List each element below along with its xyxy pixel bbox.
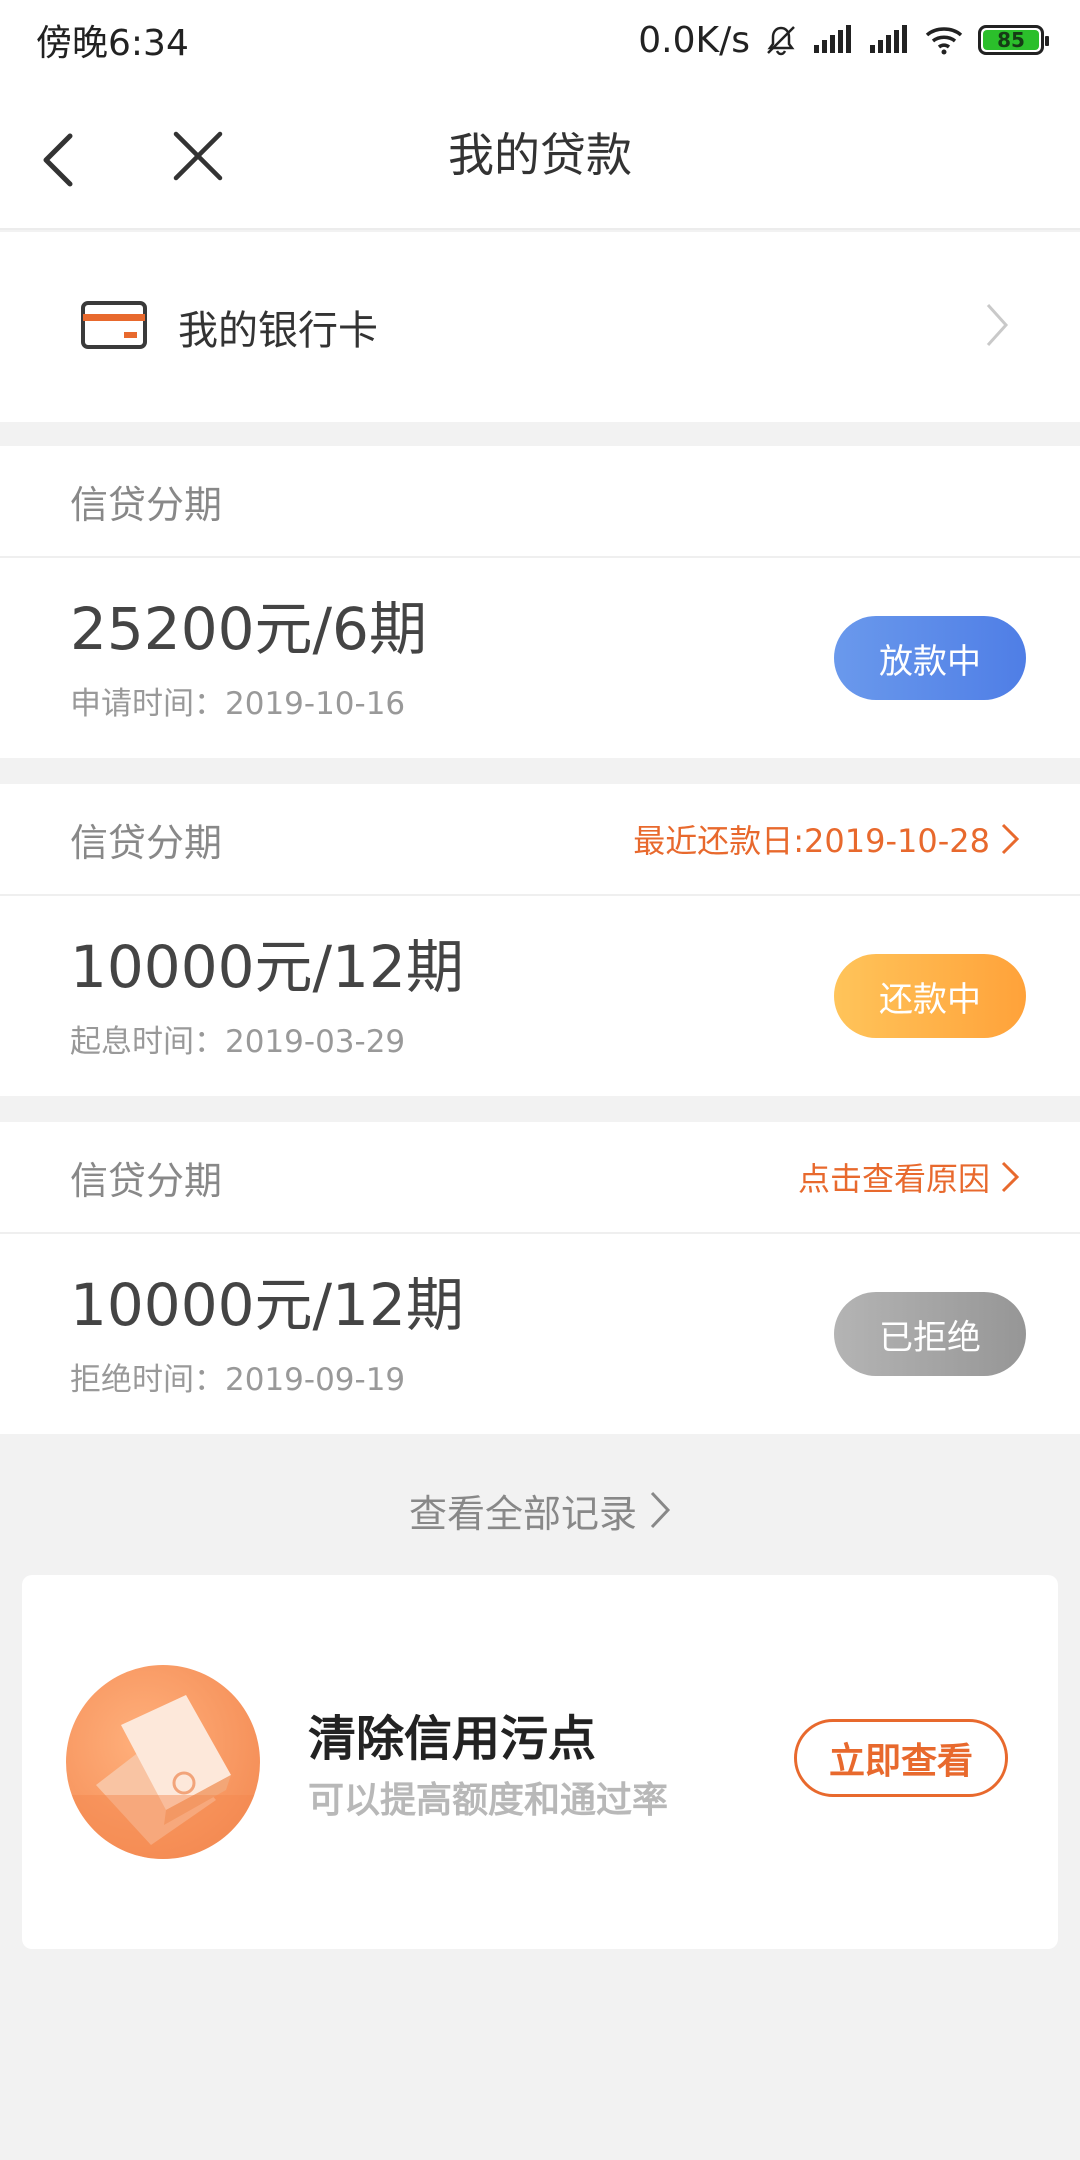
page-title: 我的贷款 (448, 128, 632, 182)
loan-info: 10000元/12期 起息时间：2019-03-29 (70, 932, 464, 1061)
status-badge[interactable]: 放款中 (834, 616, 1026, 700)
loan-type: 信贷分期 (70, 820, 223, 865)
loan-card[interactable]: 信贷分期 点击查看原因 10000元/12期 拒绝时间：2019-09-19 已… (0, 1122, 1080, 1434)
loan-body: 10000元/12期 起息时间：2019-03-29 还款中 (0, 896, 1080, 1096)
loan-card[interactable]: 信贷分期 25200元/6期 申请时间：2019-10-16 放款中 (0, 446, 1080, 758)
status-badge[interactable]: 已拒绝 (834, 1292, 1026, 1376)
signal-icon-2 (868, 25, 910, 55)
loan-type: 信贷分期 (70, 482, 223, 527)
bank-card-row[interactable]: 我的银行卡 (0, 232, 1080, 422)
view-now-button[interactable]: 立即查看 (794, 1719, 1008, 1797)
wifi-icon (924, 25, 964, 55)
loan-body: 10000元/12期 拒绝时间：2019-09-19 已拒绝 (0, 1234, 1080, 1434)
mute-bell-icon (764, 23, 798, 57)
loan-amount: 10000元/12期 (70, 932, 464, 1001)
loan-date: 拒绝时间：2019-09-19 (70, 1361, 406, 1398)
chevron-right-icon (1001, 1161, 1020, 1193)
battery-icon: 85 (978, 25, 1049, 55)
battery-level: 85 (983, 28, 1039, 52)
view-reason-link[interactable]: 点击查看原因 (798, 1154, 1020, 1200)
chevron-right-icon (984, 301, 1010, 353)
nav-bar: 我的贷款 (0, 80, 1080, 230)
status-time: 傍晚6:34 (36, 23, 189, 64)
repayment-date-link[interactable]: 最近还款日:2019-10-28 (633, 816, 1020, 862)
view-all-records-link[interactable]: 查看全部记录 (0, 1470, 1080, 1550)
chevron-right-icon (1001, 823, 1020, 855)
status-icons: 0.0K/s 85 (638, 19, 1049, 61)
bank-card-icon (80, 300, 148, 354)
promo-title: 清除信用污点 (308, 1711, 597, 1767)
loan-amount: 10000元/12期 (70, 1270, 464, 1339)
loan-info: 25200元/6期 申请时间：2019-10-16 (70, 594, 427, 723)
chevron-right-icon (650, 1491, 671, 1529)
loan-amount: 25200元/6期 (70, 594, 427, 663)
loan-header: 信贷分期 点击查看原因 (0, 1122, 1080, 1234)
loan-body: 25200元/6期 申请时间：2019-10-16 放款中 (0, 558, 1080, 758)
net-speed: 0.0K/s (638, 19, 750, 61)
screen: 傍晚6:34 0.0K/s 85 我的贷款 我的银行卡 信贷分期 25200元/… (0, 0, 1080, 2160)
view-all-label: 查看全部记录 (408, 1491, 637, 1536)
loan-info: 10000元/12期 拒绝时间：2019-09-19 (70, 1270, 464, 1399)
credit-report-book-icon (66, 1665, 260, 1859)
loan-date: 起息时间：2019-03-29 (70, 1023, 406, 1060)
status-badge[interactable]: 还款中 (834, 954, 1026, 1038)
loan-date: 申请时间：2019-10-16 (70, 685, 406, 722)
loan-header: 信贷分期 (0, 446, 1080, 558)
loan-type: 信贷分期 (70, 1158, 223, 1203)
status-bar: 傍晚6:34 0.0K/s 85 (0, 0, 1080, 80)
repayment-date-text: 最近还款日:2019-10-28 (633, 822, 990, 860)
promo-banner[interactable]: 清除信用污点 可以提高额度和通过率 立即查看 (22, 1575, 1058, 1949)
signal-icon (812, 25, 854, 55)
bank-card-label: 我的银行卡 (178, 308, 378, 354)
view-reason-text: 点击查看原因 (797, 1160, 990, 1198)
loan-header: 信贷分期 最近还款日:2019-10-28 (0, 784, 1080, 896)
promo-subtitle: 可以提高额度和通过率 (308, 1780, 669, 1821)
loan-card[interactable]: 信贷分期 最近还款日:2019-10-28 10000元/12期 起息时间：20… (0, 784, 1080, 1096)
